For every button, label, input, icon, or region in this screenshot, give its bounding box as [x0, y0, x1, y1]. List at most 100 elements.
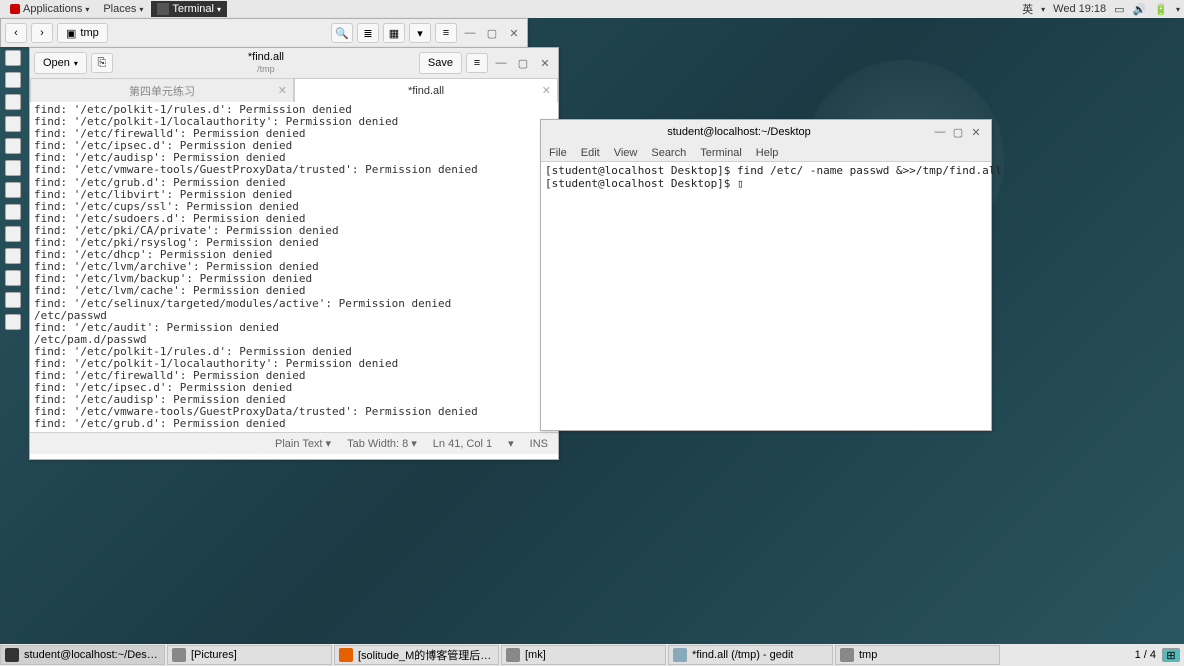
gedit-headerbar[interactable]: Open ▾ ⎘ *find.all /tmp Save ≡ — ▢ ✕ [30, 48, 558, 78]
maximize-button[interactable]: ▢ [483, 24, 501, 42]
task-item-mk[interactable]: [mk] [501, 645, 666, 665]
folder-icon [172, 648, 186, 662]
task-label: [mk] [525, 649, 546, 661]
close-button[interactable]: ✕ [967, 123, 985, 141]
new-tab-button[interactable]: ⎘ [91, 53, 113, 73]
sidebar-item[interactable] [5, 314, 21, 330]
sidebar-item[interactable] [5, 160, 21, 176]
task-label: [Pictures] [191, 649, 237, 661]
tab-label: 第四单元练习 [129, 83, 195, 99]
minimize-button[interactable]: — [492, 54, 510, 72]
task-label: [solitude_M的博客管理后台-51... [358, 647, 494, 663]
menu-file[interactable]: File [549, 147, 567, 159]
top-panel[interactable]: Applications ▾ Places ▾ Terminal ▾ 英 ▾ W… [0, 0, 1184, 18]
tab-item[interactable]: *find.all ✕ [294, 78, 558, 102]
menu-terminal[interactable]: Terminal [700, 147, 742, 159]
menu-search[interactable]: Search [651, 147, 686, 159]
open-label: Open [43, 57, 70, 69]
terminal-title: student@localhost:~/Desktop [547, 126, 931, 138]
hamburger-button[interactable]: ≡ [466, 53, 488, 73]
task-item-gedit[interactable]: *find.all (/tmp) - gedit [668, 645, 833, 665]
terminal-menubar[interactable]: File Edit View Search Terminal Help [541, 144, 991, 162]
sidebar-item[interactable] [5, 270, 21, 286]
view-grid-button[interactable]: ▦ [383, 23, 405, 43]
menu-places[interactable]: Places ▾ [97, 1, 149, 17]
task-item-tmp[interactable]: tmp [835, 645, 1000, 665]
workspace-switcher[interactable]: 1 / 4 ⊞ [1135, 648, 1184, 662]
hamburger-button[interactable]: ≡ [435, 23, 457, 43]
tab-close-icon[interactable]: ✕ [542, 84, 551, 97]
status-dropdown[interactable]: ▾ [508, 437, 514, 450]
task-item-pictures[interactable]: [Pictures] [167, 645, 332, 665]
sidebar-item[interactable] [5, 248, 21, 264]
status-ins: INS [530, 438, 548, 450]
sidebar-item[interactable] [5, 94, 21, 110]
sidebar-item[interactable] [5, 72, 21, 88]
search-button[interactable]: 🔍 [331, 23, 353, 43]
gedit-window[interactable]: Open ▾ ⎘ *find.all /tmp Save ≡ — ▢ ✕ 第四单… [29, 47, 559, 460]
menu-view[interactable]: View [614, 147, 638, 159]
terminal-titlebar[interactable]: student@localhost:~/Desktop — ▢ ✕ [541, 120, 991, 144]
sidebar-item[interactable] [5, 116, 21, 132]
status-line-col: Ln 41, Col 1 [433, 438, 492, 450]
terminal-window[interactable]: student@localhost:~/Desktop — ▢ ✕ File E… [540, 119, 992, 431]
back-button[interactable]: ‹ [5, 23, 27, 43]
gedit-icon [673, 648, 687, 662]
status-plaintext[interactable]: Plain Text ▾ [275, 437, 331, 450]
applications-label: Applications [23, 3, 82, 15]
sidebar-item[interactable] [5, 204, 21, 220]
maximize-button[interactable]: ▢ [514, 54, 532, 72]
firefox-icon [339, 648, 353, 662]
terminal-label: Terminal [172, 3, 214, 15]
open-button[interactable]: Open ▾ [34, 52, 87, 74]
sidebar-item[interactable] [5, 138, 21, 154]
sidebar-item[interactable] [5, 226, 21, 242]
menu-edit[interactable]: Edit [581, 147, 600, 159]
menu-help[interactable]: Help [756, 147, 779, 159]
maximize-button[interactable]: ▢ [949, 123, 967, 141]
tab-item[interactable]: 第四单元练习 ✕ [30, 78, 294, 102]
path-bar[interactable]: ▣ tmp [57, 23, 108, 43]
task-item-terminal[interactable]: student@localhost:~/Desktop [0, 645, 165, 665]
caret-down-icon: ▾ [139, 5, 143, 14]
drive-icon: ▣ [66, 27, 76, 40]
menu-applications[interactable]: Applications ▾ [4, 1, 95, 17]
tab-label: *find.all [408, 85, 444, 97]
close-button[interactable]: ✕ [505, 24, 523, 42]
task-label: tmp [859, 649, 877, 661]
terminal-output[interactable]: [student@localhost Desktop]$ find /etc/ … [541, 162, 991, 430]
files-window[interactable]: ‹ › ▣ tmp 🔍 ≣ ▦ ▾ ≡ — ▢ ✕ [0, 18, 528, 47]
sidebar-item[interactable] [5, 292, 21, 308]
terminal-icon [157, 3, 169, 15]
redhat-icon [10, 4, 20, 14]
sidebar-item[interactable] [5, 182, 21, 198]
status-tabwidth[interactable]: Tab Width: 8 ▾ [347, 437, 417, 450]
view-list-button[interactable]: ≣ [357, 23, 379, 43]
workspace-icon[interactable]: ⊞ [1162, 648, 1180, 662]
path-label: tmp [80, 27, 98, 39]
volume-icon[interactable]: 🔊 [1133, 3, 1147, 16]
caret-down-icon: ▾ [74, 59, 78, 68]
files-sidebar[interactable] [5, 50, 25, 330]
bottom-panel[interactable]: student@localhost:~/Desktop [Pictures] [… [0, 644, 1184, 666]
close-button[interactable]: ✕ [536, 54, 554, 72]
sidebar-item[interactable] [5, 50, 21, 66]
workspace-label: 1 / 4 [1135, 649, 1156, 661]
window-title: *find.all /tmp [117, 51, 415, 75]
minimize-button[interactable]: — [931, 123, 949, 141]
tab-bar[interactable]: 第四单元练习 ✕ *find.all ✕ [30, 78, 558, 102]
input-method-indicator[interactable]: 英 [1022, 1, 1033, 17]
view-options-button[interactable]: ▾ [409, 23, 431, 43]
caret-down-icon: ▾ [1176, 5, 1180, 14]
clock[interactable]: Wed 19:18 [1053, 3, 1106, 15]
save-button[interactable]: Save [419, 52, 462, 74]
menu-terminal[interactable]: Terminal ▾ [151, 1, 227, 17]
battery-icon[interactable]: 🔋 [1154, 3, 1168, 16]
minimize-button[interactable]: — [461, 24, 479, 42]
folder-icon [506, 648, 520, 662]
forward-button[interactable]: › [31, 23, 53, 43]
tab-close-icon[interactable]: ✕ [278, 84, 287, 97]
editor-text-area[interactable]: find: '/etc/polkit-1/rules.d': Permissio… [30, 102, 558, 432]
screen-icon[interactable]: ▭ [1114, 3, 1124, 16]
task-item-firefox[interactable]: [solitude_M的博客管理后台-51... [334, 645, 499, 665]
